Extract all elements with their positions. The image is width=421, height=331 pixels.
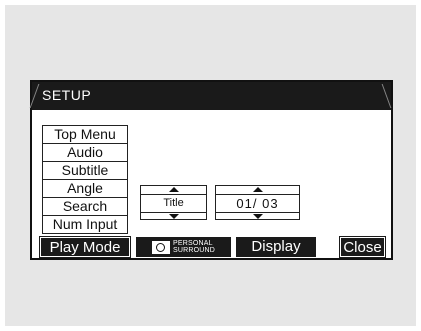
- search-mode-spinner[interactable]: Title: [140, 185, 207, 220]
- menu-item-subtitle[interactable]: Subtitle: [43, 162, 127, 180]
- menu-item-top-menu[interactable]: Top Menu: [43, 126, 127, 144]
- search-number-down-button[interactable]: [216, 212, 299, 221]
- surround-logo-icon: [151, 240, 170, 254]
- menu-item-audio[interactable]: Audio: [43, 144, 127, 162]
- personal-surround-line2: SURROUND: [172, 247, 216, 254]
- down-arrow-icon: [168, 214, 179, 219]
- menu-item-search[interactable]: Search: [43, 198, 127, 216]
- menu-item-angle[interactable]: Angle: [43, 180, 127, 198]
- menu-item-num-input[interactable]: Num Input: [43, 216, 127, 233]
- display-button[interactable]: Display: [236, 237, 316, 257]
- search-mode-up-button[interactable]: [141, 186, 206, 195]
- search-mode-down-button[interactable]: [141, 212, 206, 221]
- personal-surround-button[interactable]: PERSONAL SURROUND: [136, 237, 231, 257]
- title-bar-left-edge: [29, 84, 40, 108]
- down-arrow-icon: [252, 214, 263, 219]
- search-mode-value: Title: [163, 197, 184, 209]
- play-mode-button[interactable]: Play Mode: [39, 236, 131, 258]
- dialog-title: SETUP: [42, 87, 92, 103]
- search-number-value: 01/ 03: [236, 196, 279, 211]
- title-bar-right-edge: [381, 84, 392, 108]
- personal-surround-line1: PERSONAL: [172, 240, 213, 247]
- setup-menu: Top Menu Audio Subtitle Angle Search Num…: [42, 125, 128, 234]
- close-button[interactable]: Close: [339, 236, 386, 258]
- up-arrow-icon: [168, 187, 179, 192]
- setup-dialog: SETUP Top Menu Audio Subtitle Angle Sear…: [29, 80, 393, 260]
- up-arrow-icon: [252, 187, 263, 192]
- bottom-button-bar: Play Mode PERSONAL SURROUND Display Clos…: [39, 236, 386, 258]
- search-number-up-button[interactable]: [216, 186, 299, 195]
- title-bar: SETUP: [29, 82, 392, 110]
- search-number-spinner[interactable]: 01/ 03: [215, 185, 300, 220]
